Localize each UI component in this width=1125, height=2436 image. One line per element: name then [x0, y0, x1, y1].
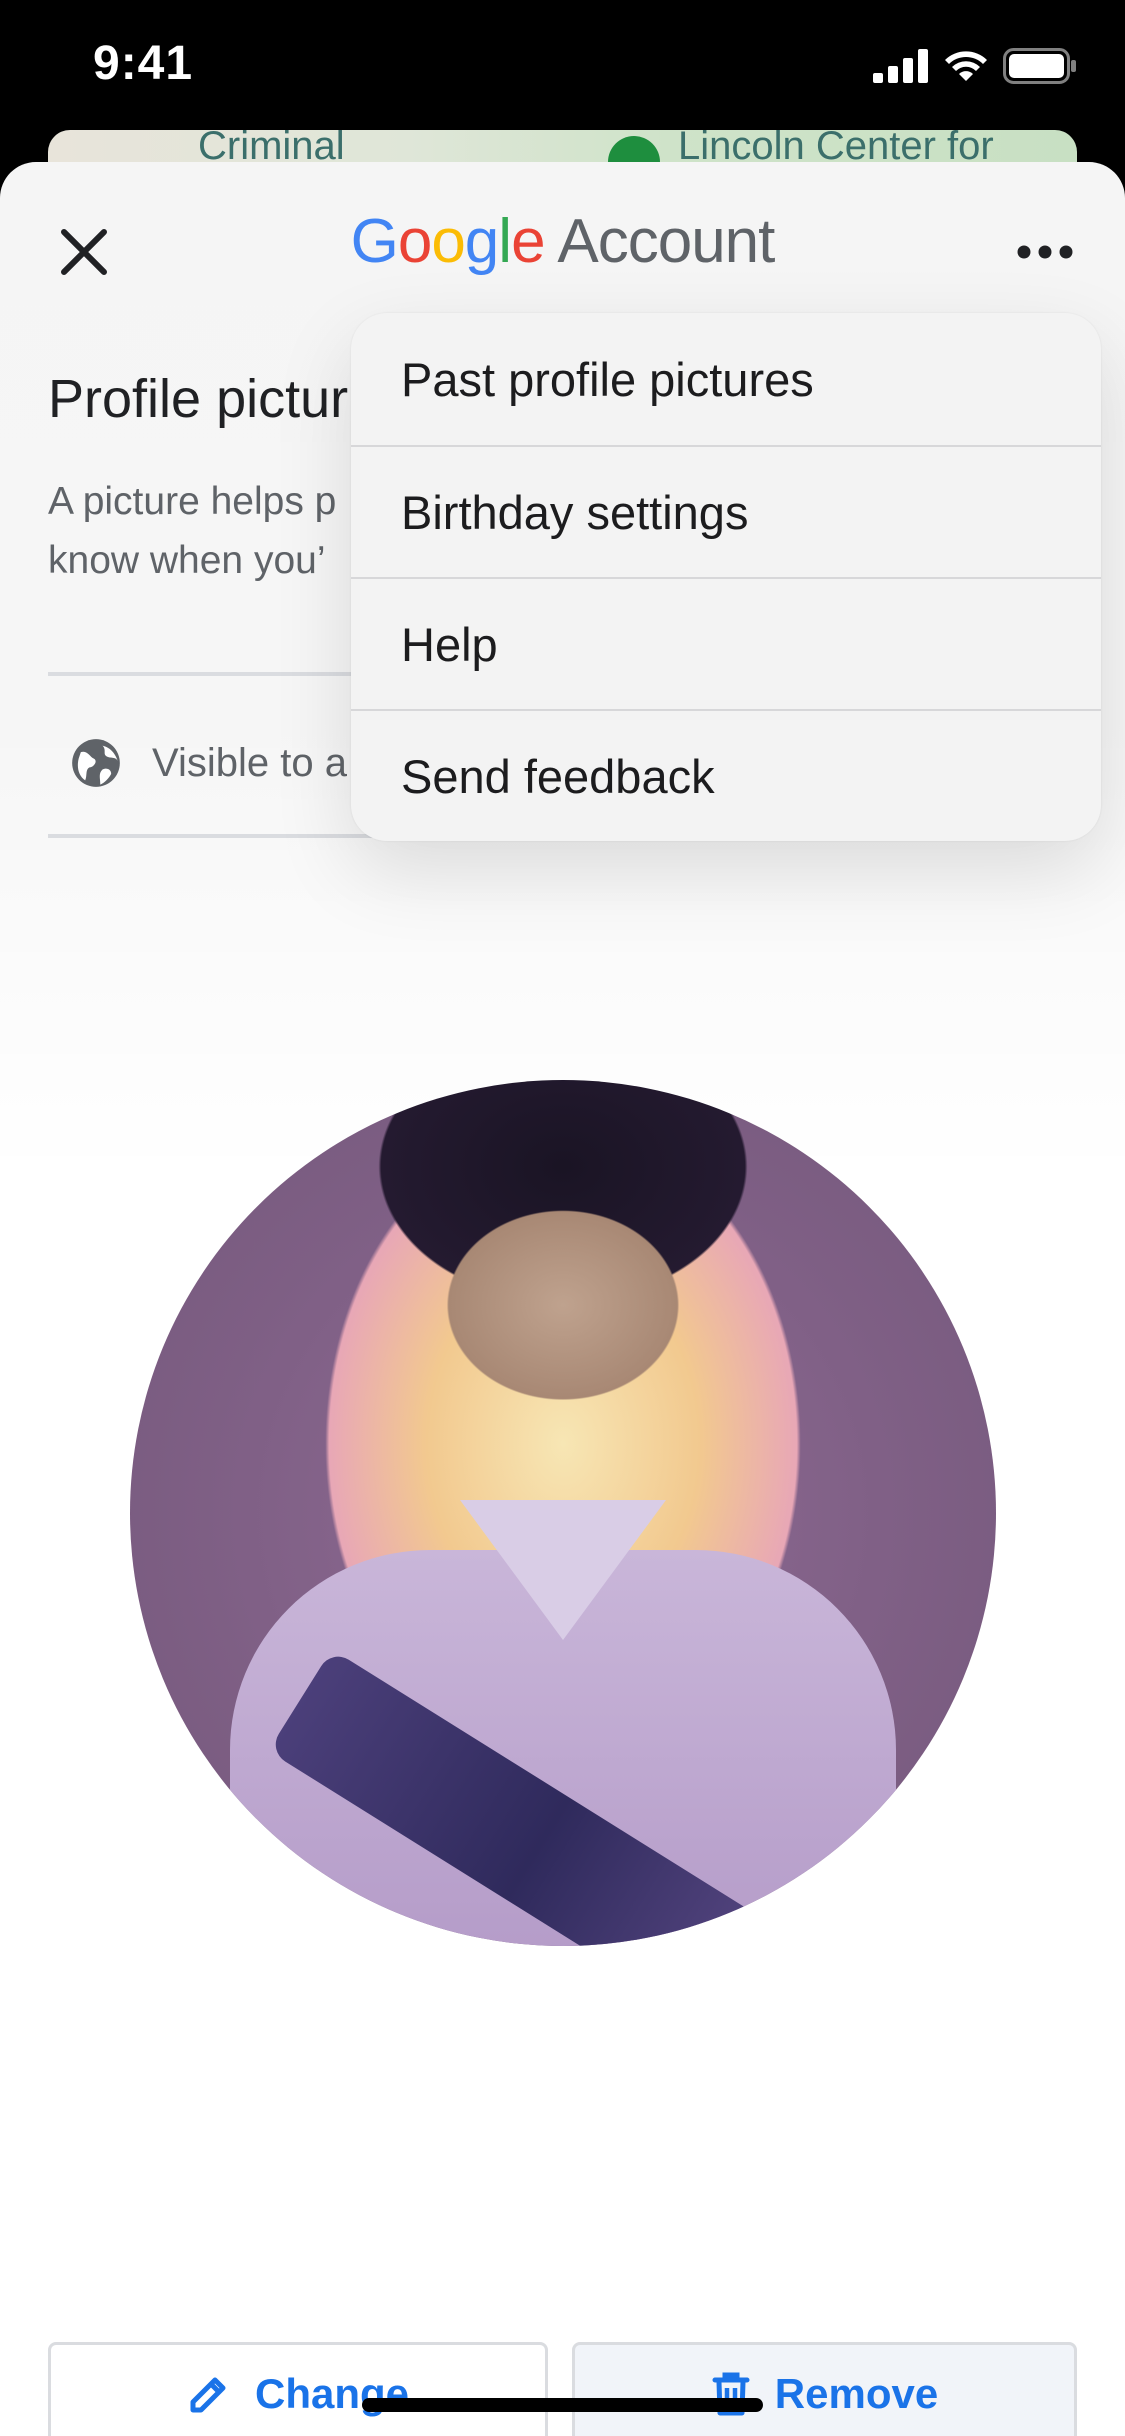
battery-icon [1003, 48, 1076, 84]
app-title-suffix: Account [557, 207, 775, 276]
brand-letter: e [511, 207, 545, 276]
status-bar: 9:41 [0, 0, 1125, 135]
remove-button[interactable]: Remove [572, 2342, 1077, 2436]
home-indicator[interactable] [362, 2398, 763, 2412]
menu-item-past-profile-pictures[interactable]: Past profile pictures [351, 313, 1101, 445]
more-horizontal-icon [1017, 245, 1073, 259]
menu-item-birthday-settings[interactable]: Birthday settings [351, 445, 1101, 577]
pencil-icon [190, 2377, 226, 2413]
cellular-signal-icon [873, 49, 928, 83]
status-icons [873, 48, 1077, 84]
wifi-icon [945, 51, 987, 81]
status-time: 9:41 [93, 37, 194, 90]
visibility-text: Visible to a [152, 740, 347, 785]
menu-item-help[interactable]: Help [351, 577, 1101, 709]
more-options-button[interactable] [1005, 232, 1085, 272]
change-button[interactable]: Change [48, 2342, 548, 2436]
remove-label: Remove [774, 2370, 939, 2417]
more-options-menu: Past profile pictures Birthday settings … [351, 313, 1101, 841]
brand-letter: o [397, 207, 432, 276]
visibility-row: Visible to a [48, 708, 347, 818]
brand-letter: o [431, 207, 465, 276]
profile-picture [130, 1080, 996, 1946]
section-title: Profile pictur [48, 369, 349, 429]
brand-letter: g [464, 207, 499, 276]
brand-letter: G [350, 207, 399, 276]
globe-icon [72, 739, 120, 787]
brand-letter: l [498, 207, 512, 276]
app-title: Google Account [0, 206, 1125, 277]
menu-item-send-feedback[interactable]: Send feedback [351, 709, 1101, 841]
